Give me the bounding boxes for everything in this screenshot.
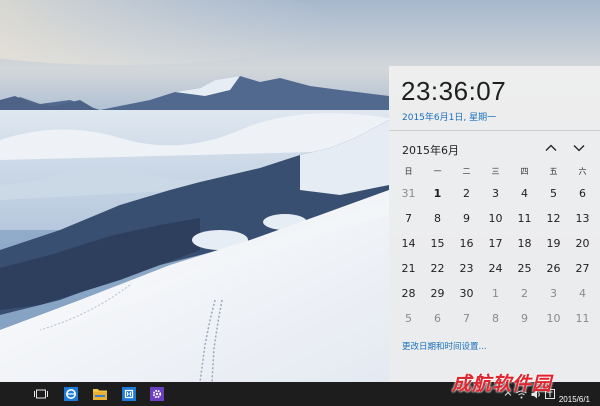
input-method-icon (544, 389, 555, 399)
file-explorer-button[interactable] (86, 382, 114, 406)
task-view-icon (34, 389, 48, 399)
divider (389, 130, 600, 131)
previous-month-button[interactable] (543, 140, 559, 156)
wifi-icon (516, 390, 528, 398)
calendar-day[interactable]: 23 (452, 256, 481, 281)
clock-calendar-flyout: 23:36:07 2015年6月1日, 星期一 2015年6月 日 一 二 三 四 五 六 3… (389, 66, 600, 382)
weekday-header: 二 (462, 167, 471, 176)
calendar-day[interactable]: 22 (423, 256, 452, 281)
calendar-day[interactable]: 27 (568, 256, 597, 281)
calendar-day-other-month[interactable]: 31 (394, 181, 423, 206)
calendar-day[interactable]: 6 (568, 181, 597, 206)
speaker-icon (531, 390, 540, 398)
calendar-day-other-month[interactable]: 10 (539, 306, 568, 331)
calendar-day[interactable]: 8 (423, 206, 452, 231)
edge-browser-icon (64, 387, 78, 401)
show-desktop-button[interactable] (594, 382, 600, 406)
calendar-day[interactable]: 11 (510, 206, 539, 231)
calendar-day[interactable]: 16 (452, 231, 481, 256)
long-date-link[interactable]: 2015年6月1日, 星期一 (402, 110, 496, 123)
edge-browser-button[interactable] (57, 382, 85, 406)
calendar-day-other-month[interactable]: 9 (510, 306, 539, 331)
calendar-month-label[interactable]: 2015年6月 (402, 142, 459, 158)
settings-icon (150, 387, 164, 401)
calendar-day-other-month[interactable]: 11 (568, 306, 597, 331)
store-button[interactable] (115, 382, 143, 406)
calendar-day-other-month[interactable]: 4 (568, 281, 597, 306)
calendar-day[interactable]: 24 (481, 256, 510, 281)
calendar-day[interactable]: 18 (510, 231, 539, 256)
store-icon (122, 387, 136, 401)
calendar-day-other-month[interactable]: 6 (423, 306, 452, 331)
calendar-day[interactable]: 4 (510, 181, 539, 206)
volume-button[interactable] (529, 382, 543, 406)
calendar-day-other-month[interactable]: 8 (481, 306, 510, 331)
calendar-day[interactable]: 25 (510, 256, 539, 281)
calendar-day[interactable]: 28 (394, 281, 423, 306)
change-date-time-settings-link[interactable]: 更改日期和时间设置... (402, 340, 487, 352)
calendar-day[interactable]: 3 (481, 181, 510, 206)
calendar-day-other-month[interactable]: 7 (452, 306, 481, 331)
show-hidden-icons-button[interactable] (501, 382, 515, 406)
calendar-day-other-month[interactable]: 5 (394, 306, 423, 331)
settings-button[interactable] (143, 382, 171, 406)
calendar-day[interactable]: 20 (568, 231, 597, 256)
weekday-header: 三 (491, 167, 500, 176)
weekday-header: 一 (433, 167, 442, 176)
calendar-day[interactable]: 17 (481, 231, 510, 256)
calendar-day[interactable]: 10 (481, 206, 510, 231)
calendar-day-other-month[interactable]: 2 (510, 281, 539, 306)
chevron-up-icon (504, 391, 512, 396)
calendar-day[interactable]: 21 (394, 256, 423, 281)
calendar-day[interactable]: 1 (423, 181, 452, 206)
calendar-day-other-month[interactable]: 1 (481, 281, 510, 306)
calendar-day[interactable]: 14 (394, 231, 423, 256)
network-button[interactable] (515, 382, 529, 406)
weekday-header: 日 (404, 167, 413, 176)
chevron-down-icon (573, 145, 585, 152)
tray-date[interactable]: 2015/6/1 (557, 395, 594, 405)
next-month-button[interactable] (571, 140, 587, 156)
calendar-day[interactable]: 26 (539, 256, 568, 281)
calendar-day[interactable]: 9 (452, 206, 481, 231)
calendar-day[interactable]: 15 (423, 231, 452, 256)
clock-time: 23:36:07 (401, 76, 507, 106)
weekday-header: 四 (520, 167, 529, 176)
file-explorer-icon (93, 389, 107, 400)
taskbar: 2015/6/1 (0, 382, 600, 406)
task-view-button[interactable] (27, 382, 55, 406)
system-tray: 2015/6/1 (501, 382, 600, 406)
calendar-day[interactable]: 13 (568, 206, 597, 231)
calendar-day[interactable]: 2 (452, 181, 481, 206)
calendar-day[interactable]: 12 (539, 206, 568, 231)
weekday-header: 五 (549, 167, 558, 176)
calendar-day[interactable]: 19 (539, 231, 568, 256)
calendar-day[interactable]: 30 (452, 281, 481, 306)
chevron-up-icon (545, 144, 557, 151)
calendar-day[interactable]: 7 (394, 206, 423, 231)
calendar-day-other-month[interactable]: 3 (539, 281, 568, 306)
calendar-grid: 日一二三四五六 31 1 2 3 4 5 6 7 8 9 10 11 12 13 14 15 16 17 18 19 20… (394, 162, 597, 331)
input-method-button[interactable] (543, 382, 557, 406)
calendar-day[interactable]: 5 (539, 181, 568, 206)
weekday-header: 六 (578, 167, 587, 176)
calendar-day[interactable]: 29 (423, 281, 452, 306)
